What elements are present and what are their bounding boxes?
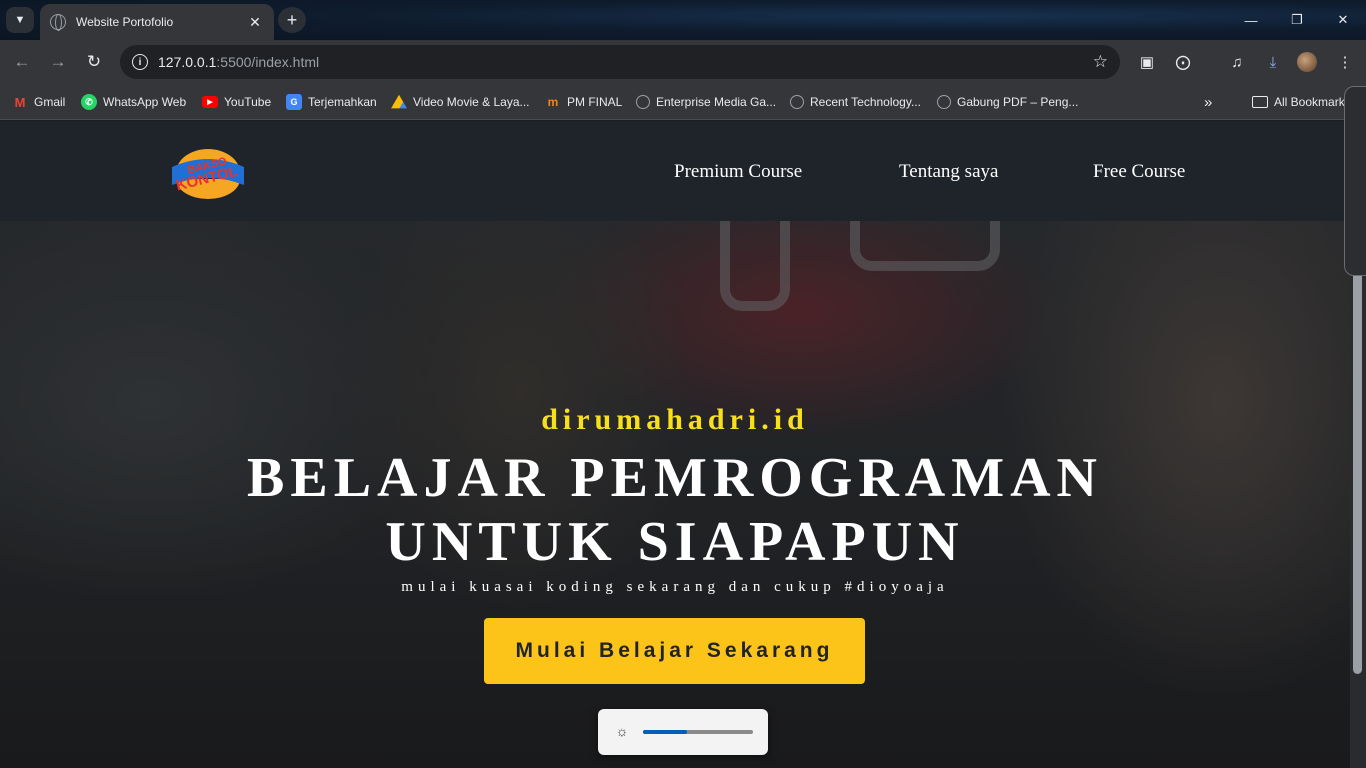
- translate-icon: G: [286, 94, 302, 110]
- bookmark-label: Enterprise Media Ga...: [656, 95, 777, 109]
- forward-button[interactable]: →: [44, 48, 72, 76]
- drive-icon: [391, 94, 407, 109]
- chevron-down-icon: ▼: [14, 14, 26, 26]
- nav-tentang-saya[interactable]: Tentang saya: [899, 161, 998, 183]
- gmail-icon: M: [14, 94, 26, 110]
- extensions-icon[interactable]: ⨀: [1172, 52, 1194, 72]
- restore-button[interactable]: ❐: [1274, 0, 1320, 40]
- bookmarks-bar: M Gmail ✆ WhatsApp Web ▶ YouTube G Terje…: [0, 84, 1366, 120]
- logo-graphic: BAKSO KONTOL: [172, 149, 244, 199]
- reload-icon: ↻: [86, 52, 102, 71]
- url-host: 127.0.0.1: [158, 54, 217, 70]
- globe-icon: [636, 95, 650, 109]
- hero-section: dirumahadri.id BELAJAR PEMROGRAMAN UNTUK…: [0, 221, 1350, 768]
- side-panel-handle[interactable]: [1344, 86, 1366, 276]
- hero-brand: dirumahadri.id: [541, 403, 809, 436]
- globe-icon: [50, 14, 66, 31]
- cta-button[interactable]: Mulai Belajar Sekarang: [484, 618, 865, 684]
- minimize-button[interactable]: —: [1228, 0, 1274, 40]
- bookmark-label: Recent Technology...: [810, 95, 921, 109]
- bookmark-label: Terjemahkan: [308, 95, 377, 109]
- bookmark-pm-final[interactable]: m PM FINAL: [545, 92, 623, 112]
- more-menu-icon[interactable]: ⋮: [1334, 52, 1356, 72]
- profile-avatar[interactable]: [1296, 52, 1318, 72]
- youtube-icon: ▶: [202, 96, 218, 108]
- close-tab-icon[interactable]: ✕: [246, 14, 264, 31]
- bookmark-gabung-pdf[interactable]: Gabung PDF – Peng...: [937, 92, 1078, 112]
- url-path: :5500/index.html: [216, 54, 320, 70]
- all-bookmarks-label: All Bookmarks: [1274, 95, 1351, 109]
- site-navbar: BAKSO KONTOL Premium Course Tentang saya…: [0, 121, 1350, 221]
- hero-headline-line2: UNTUK SIAPAPUN: [385, 511, 965, 573]
- all-bookmarks-button[interactable]: All Bookmarks: [1252, 92, 1351, 112]
- tab-groups-icon[interactable]: ▣: [1136, 52, 1158, 72]
- bookmark-gmail[interactable]: M Gmail: [12, 92, 66, 112]
- webpage: BAKSO KONTOL Premium Course Tentang saya…: [0, 121, 1350, 768]
- bookmark-label: Gabung PDF – Peng...: [957, 95, 1079, 109]
- bookmark-star-icon[interactable]: ☆: [1093, 52, 1108, 72]
- tab-active[interactable]: Website Portofolio ✕: [40, 4, 274, 40]
- download-icon[interactable]: ⤓: [1262, 52, 1284, 72]
- bookmarks-overflow-button[interactable]: »: [1204, 92, 1212, 112]
- double-chevron-right-icon: »: [1204, 93, 1213, 111]
- bookmark-whatsapp[interactable]: ✆ WhatsApp Web: [81, 92, 186, 112]
- bookmark-label: Gmail: [34, 95, 66, 109]
- tab-strip: ▼ Website Portofolio ✕ + — ❐ ✕: [0, 0, 1366, 40]
- site-info-icon[interactable]: i: [132, 54, 148, 70]
- bookmark-label: Video Movie & Laya...: [413, 95, 530, 109]
- nav-free-course[interactable]: Free Course: [1093, 161, 1185, 183]
- nav-premium-course[interactable]: Premium Course: [674, 161, 802, 183]
- browser-toolbar: ← → ↻ i 127.0.0.1 :5500/index.html ☆ ▣ ⨀…: [0, 40, 1366, 84]
- close-window-button[interactable]: ✕: [1320, 0, 1366, 40]
- reload-button[interactable]: ↻: [80, 48, 108, 76]
- brightness-slider-fill: [643, 730, 687, 734]
- folder-icon: [1252, 96, 1268, 108]
- hero-headline-line1: BELAJAR PEMROGRAMAN: [247, 447, 1103, 509]
- brightness-slider[interactable]: [643, 730, 753, 734]
- arrow-right-icon: →: [49, 52, 67, 71]
- bookmark-label: WhatsApp Web: [103, 95, 187, 109]
- media-control-icon[interactable]: ♫: [1226, 52, 1248, 72]
- plus-icon: +: [286, 9, 298, 30]
- bookmark-terjemahkan[interactable]: G Terjemahkan: [286, 92, 377, 112]
- hero-tagline: mulai kuasai koding sekarang dan cukup #…: [401, 579, 949, 595]
- bookmark-label: YouTube: [224, 95, 272, 109]
- new-tab-button[interactable]: +: [278, 7, 306, 33]
- restore-icon: ❐: [1291, 12, 1303, 27]
- minimize-icon: —: [1244, 12, 1258, 28]
- arrow-left-icon: ←: [13, 52, 31, 71]
- bookmark-enterprise-media[interactable]: Enterprise Media Ga...: [636, 92, 776, 112]
- tab-search-button[interactable]: ▼: [6, 7, 34, 33]
- back-button[interactable]: ←: [8, 48, 36, 76]
- bookmark-video-movie[interactable]: Video Movie & Laya...: [391, 92, 530, 112]
- address-bar[interactable]: i 127.0.0.1 :5500/index.html ☆: [120, 45, 1120, 79]
- brightness-icon: ☼: [615, 723, 629, 739]
- tab-title: Website Portofolio: [76, 15, 174, 29]
- close-icon: ✕: [1337, 12, 1349, 27]
- hero-headline: BELAJAR PEMROGRAMAN UNTUK SIAPAPUN: [0, 446, 1350, 574]
- whatsapp-icon: ✆: [81, 94, 97, 110]
- bookmark-recent-technology[interactable]: Recent Technology...: [790, 92, 921, 112]
- globe-icon: [790, 95, 804, 109]
- moodle-icon: m: [547, 95, 559, 109]
- bookmark-youtube[interactable]: ▶ YouTube: [202, 92, 271, 112]
- site-logo[interactable]: BAKSO KONTOL: [168, 141, 248, 201]
- brightness-overlay: ☼: [598, 709, 768, 755]
- globe-icon: [937, 95, 951, 109]
- bookmark-label: PM FINAL: [567, 95, 623, 109]
